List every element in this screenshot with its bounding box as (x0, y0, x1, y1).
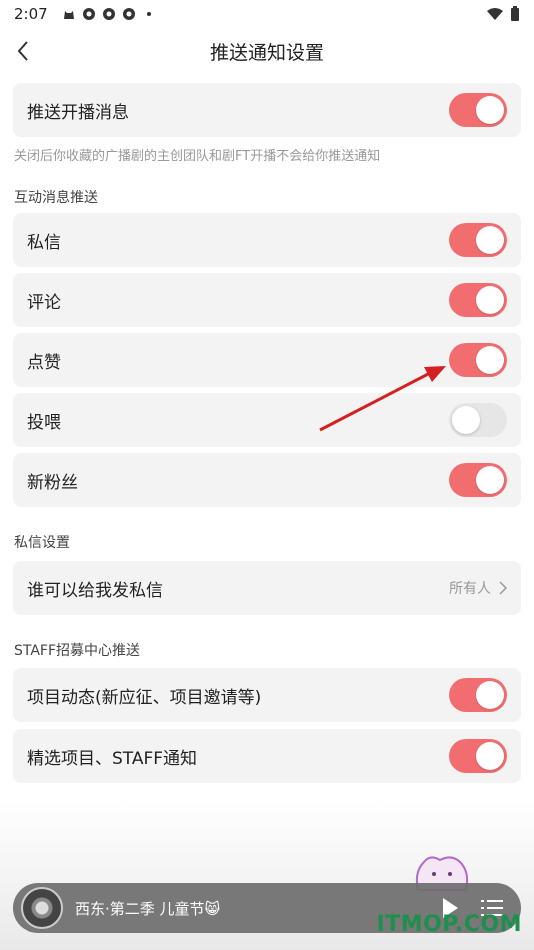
broadcast-hint: 关闭后你收藏的广播剧的主创团队和剧FT开播不会给你推送通知 (14, 149, 381, 164)
toggle-knob (476, 681, 504, 709)
header: 推送通知设置 (0, 28, 534, 74)
chevron-right-icon (499, 581, 507, 595)
comment-toggle[interactable] (449, 283, 507, 317)
cat-notification-icon (63, 11, 74, 19)
broadcast-label: 推送开播消息 (27, 102, 129, 123)
app-notification-icon (82, 8, 95, 20)
staff-row-project-updates: 项目动态(新应征、项目邀请等) (13, 668, 521, 722)
app-notification-icon (122, 8, 135, 20)
interaction-row-private-message: 私信 (13, 213, 521, 267)
toggle-knob (476, 96, 504, 124)
project-updates-toggle[interactable] (449, 678, 507, 712)
wifi-icon (487, 8, 503, 20)
toggle-knob (476, 346, 504, 374)
interaction-row-feed: 投喂 (13, 393, 521, 447)
staff-section-title: STAFF招募中心推送 (14, 643, 141, 659)
album-disc-icon (21, 887, 63, 929)
row-label: 私信 (27, 232, 61, 253)
toggle-knob (476, 286, 504, 314)
page-title: 推送通知设置 (209, 41, 324, 64)
toggle-knob (452, 406, 480, 434)
who-can-message-label: 谁可以给我发私信 (27, 580, 163, 601)
broadcast-toggle[interactable] (449, 93, 507, 127)
interaction-row-like: 点赞 (13, 333, 521, 387)
feed-toggle[interactable] (449, 403, 507, 437)
who-can-message-value-group: 所有人 (449, 578, 507, 598)
who-can-message-value: 所有人 (449, 581, 491, 597)
row-label: 项目动态(新应征、项目邀请等) (27, 687, 262, 708)
broadcast-row: 推送开播消息 (13, 83, 521, 137)
toggle-knob (476, 466, 504, 494)
interaction-row-new-follower: 新粉丝 (13, 453, 521, 507)
new-follower-toggle[interactable] (449, 463, 507, 497)
who-can-message-row[interactable]: 谁可以给我发私信 所有人 (13, 561, 521, 615)
private-message-toggle[interactable] (449, 223, 507, 257)
status-time: 2:07 (14, 5, 48, 23)
player-title: 西东·第二季 儿童节😸 (75, 899, 221, 918)
featured-staff-toggle[interactable] (449, 739, 507, 773)
staff-row-featured: 精选项目、STAFF通知 (13, 729, 521, 783)
row-label: 点赞 (27, 352, 61, 373)
row-label: 新粉丝 (27, 472, 78, 493)
toggle-knob (476, 742, 504, 770)
private-message-section-title: 私信设置 (14, 535, 70, 551)
interaction-section-title: 互动消息推送 (14, 190, 98, 206)
status-bar: 2:07 (0, 0, 534, 28)
battery-icon (511, 6, 519, 21)
like-toggle[interactable] (449, 343, 507, 377)
app-notification-icon (102, 8, 115, 20)
row-label: 评论 (27, 292, 61, 313)
toggle-knob (476, 226, 504, 254)
more-dot-icon (146, 12, 151, 16)
chevron-left-icon (17, 41, 28, 61)
watermark: ITMOP.COM (376, 912, 522, 937)
back-button[interactable] (8, 36, 38, 66)
interaction-row-comment: 评论 (13, 273, 521, 327)
row-label: 精选项目、STAFF通知 (27, 748, 198, 769)
row-label: 投喂 (27, 412, 61, 433)
